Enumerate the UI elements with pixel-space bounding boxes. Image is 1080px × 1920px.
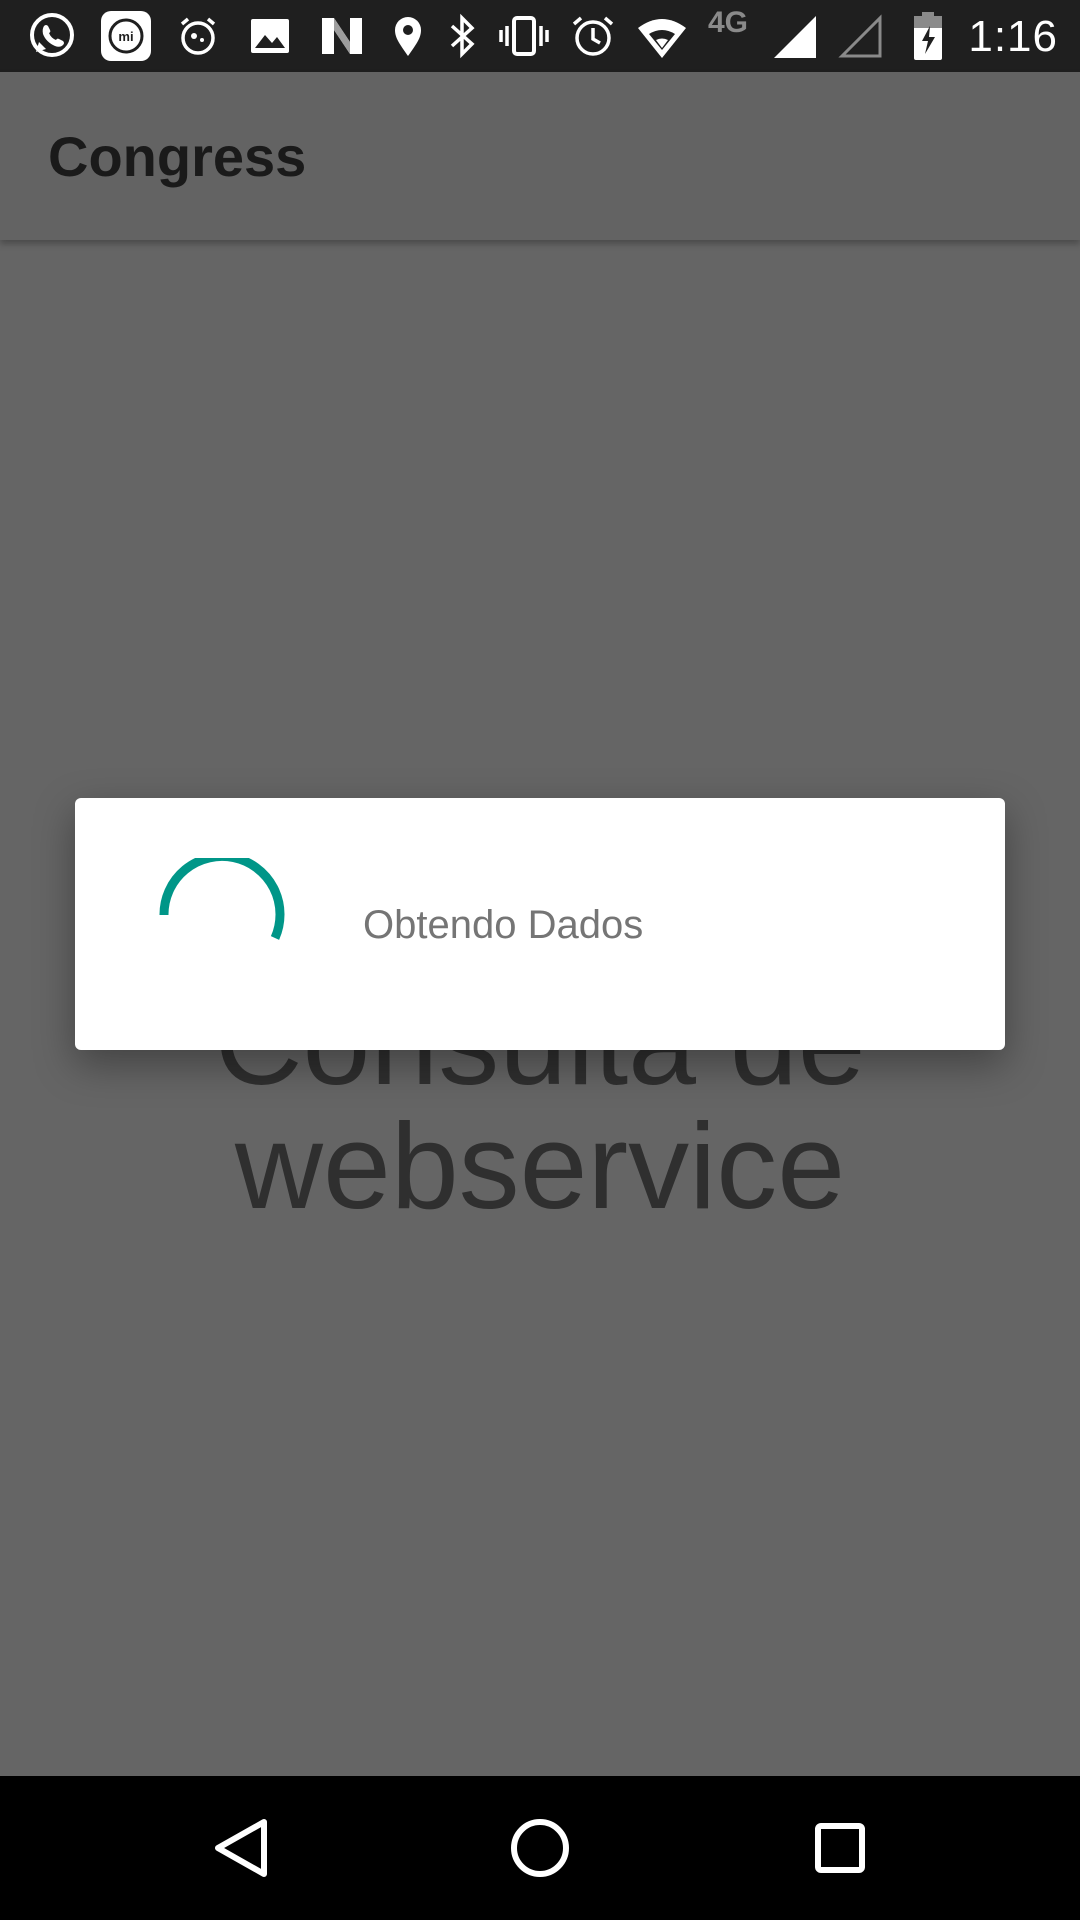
bluetooth-icon [434, 8, 490, 64]
loading-spinner-icon [150, 858, 286, 994]
svg-text:mi: mi [118, 29, 133, 44]
alarm-clock-icon [170, 8, 226, 64]
signal-empty-icon [834, 8, 890, 64]
back-icon[interactable] [194, 1802, 286, 1894]
n-icon [314, 8, 370, 64]
alarm-icon [565, 8, 621, 64]
navigation-bar [0, 1776, 1080, 1920]
location-icon [380, 8, 436, 64]
home-icon[interactable] [494, 1802, 586, 1894]
network-type-label: 4G [708, 6, 749, 39]
vibrate-icon [496, 8, 552, 64]
battery-charging-icon [900, 8, 956, 64]
app-bar: Congress [0, 72, 1080, 240]
app-title: Congress [48, 125, 307, 188]
mi-icon: mi [98, 8, 154, 64]
dialog-message: Obtendo Dados [363, 903, 644, 947]
image-icon [242, 8, 298, 64]
status-time: 1:16 [968, 12, 1058, 61]
recents-icon[interactable] [794, 1802, 886, 1894]
wifi-icon [634, 8, 690, 64]
status-bar: mi 4G 1:16 [0, 0, 1080, 72]
heading-line-2: webservice [234, 1098, 846, 1234]
whatsapp-icon [24, 8, 80, 64]
signal-icon [768, 8, 824, 64]
